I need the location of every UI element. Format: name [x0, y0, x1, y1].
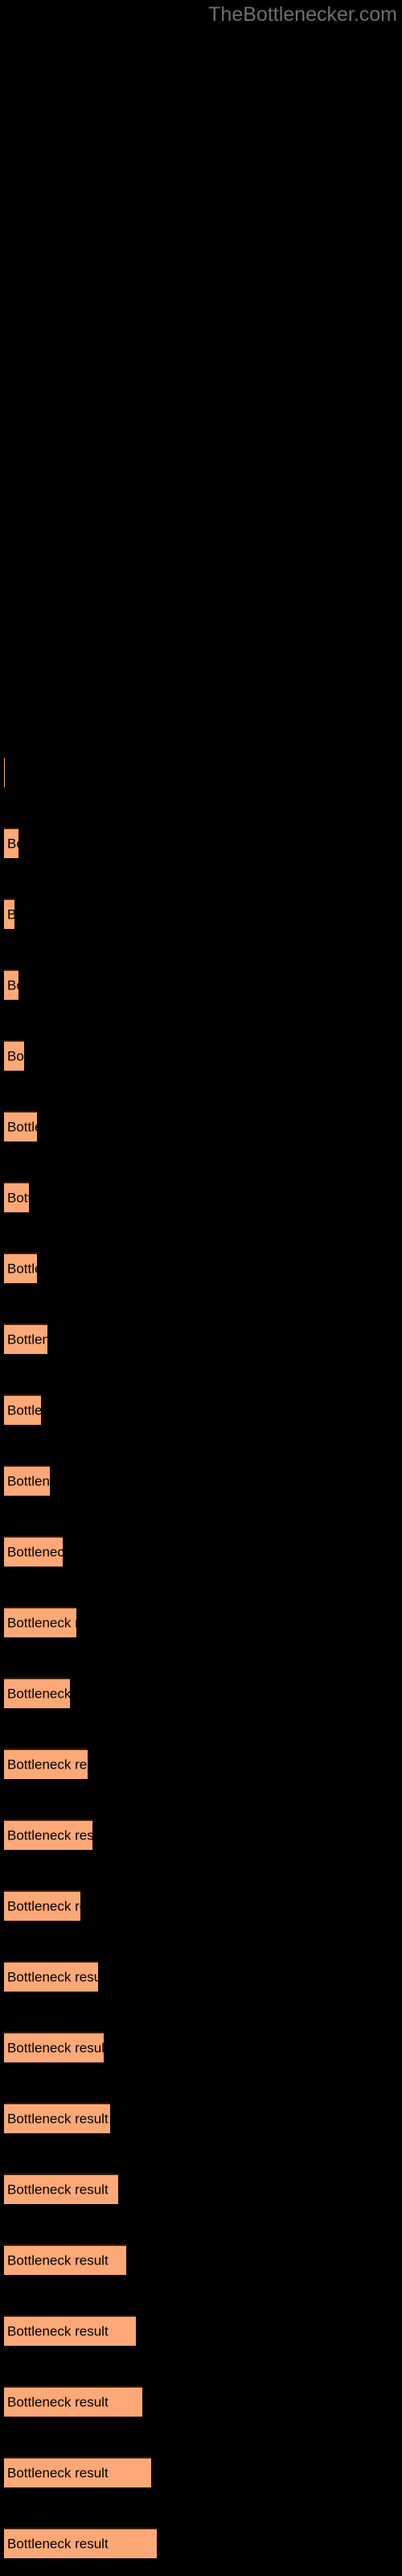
bar[interactable]: Bottleneck result	[4, 2528, 157, 2558]
bar-label: Bottleneck result	[7, 1827, 92, 1843]
bar-label: Bottleneck result	[7, 2536, 109, 2552]
bar-label: Bottleneck result	[7, 1190, 29, 1206]
bar[interactable]: Bottleneck result	[4, 2244, 126, 2275]
bar-label: Bottleneck result	[7, 1686, 70, 1702]
bar-label: Bottleneck result	[7, 1615, 76, 1631]
bar[interactable]: Bottleneck result	[4, 1536, 63, 1567]
bar-label: Bottleneck result	[7, 907, 14, 923]
bar-label: Bottleneck result	[7, 2394, 109, 2410]
bar-label: Bottleneck result	[7, 1119, 37, 1135]
bar-label: Bottleneck result	[7, 1402, 41, 1418]
bar[interactable]: Bottleneck result	[4, 1961, 98, 1992]
bar-label: Bottleneck result	[7, 836, 18, 852]
bar[interactable]: Bottleneck result	[4, 1253, 37, 1283]
bar-label: Bottleneck result	[7, 1048, 24, 1064]
bar[interactable]: Bottleneck result	[4, 2032, 104, 2062]
bar-label: Bottleneck result	[7, 977, 18, 993]
bar-label: Bottleneck result	[7, 2182, 109, 2198]
bar-label: Bottleneck result	[7, 1969, 98, 1985]
bar[interactable]: Bottleneck result	[4, 828, 18, 858]
bar[interactable]: Bottleneck result	[4, 2457, 151, 2487]
bar[interactable]: Bottleneck result	[4, 1890, 80, 1921]
bar-label: Bottleneck result	[7, 2040, 104, 2056]
bar[interactable]: Bottleneck result	[4, 969, 18, 1000]
bar[interactable]: Bottleneck result	[4, 898, 14, 929]
bar[interactable]: Bottleneck result	[4, 1323, 47, 1354]
bar[interactable]: Bottleneck result	[4, 1678, 70, 1708]
bar[interactable]: Bottleneck result	[4, 1748, 88, 1779]
bottleneck-chart: TheBottlenecker.com Bottleneck resultBot…	[0, 0, 402, 2576]
bar[interactable]: Bottleneck result	[4, 2386, 142, 2417]
bar-label: Bottleneck result	[7, 2252, 109, 2268]
bar[interactable]: Bottleneck result	[4, 2103, 110, 2133]
bar[interactable]: Bottleneck result	[4, 1182, 29, 1212]
bar[interactable]: Bottleneck result	[4, 1607, 76, 1637]
bar-label: Bottleneck result	[7, 1261, 37, 1277]
bar[interactable]: Bottleneck result	[4, 1394, 41, 1425]
bar[interactable]: Bottleneck result	[4, 2315, 136, 2346]
bar-label: Bottleneck result	[7, 1898, 80, 1914]
bar-label: Bottleneck result	[7, 1757, 88, 1773]
bar-label: Bottleneck result	[7, 1331, 47, 1348]
bar-label: Bottleneck result	[7, 1544, 63, 1560]
bar-series: Bottleneck result Bottleneck result Bottle…	[0, 0, 402, 2576]
bar-label: Bottleneck result	[7, 1473, 50, 1489]
bar[interactable]: Bottleneck result	[4, 2174, 118, 2204]
bar-label: Bottleneck result	[7, 2323, 109, 2339]
bar[interactable]: Bottleneck result	[4, 1040, 24, 1071]
bar[interactable]: Bottleneck result	[4, 1465, 50, 1496]
bar-label: Bottleneck result	[7, 2111, 109, 2127]
bar[interactable]: Bottleneck result	[4, 757, 5, 787]
bar[interactable]: Bottleneck result	[4, 1819, 92, 1850]
bar[interactable]: Bottleneck result	[4, 1111, 37, 1141]
bar-label: Bottleneck result	[7, 2465, 109, 2481]
